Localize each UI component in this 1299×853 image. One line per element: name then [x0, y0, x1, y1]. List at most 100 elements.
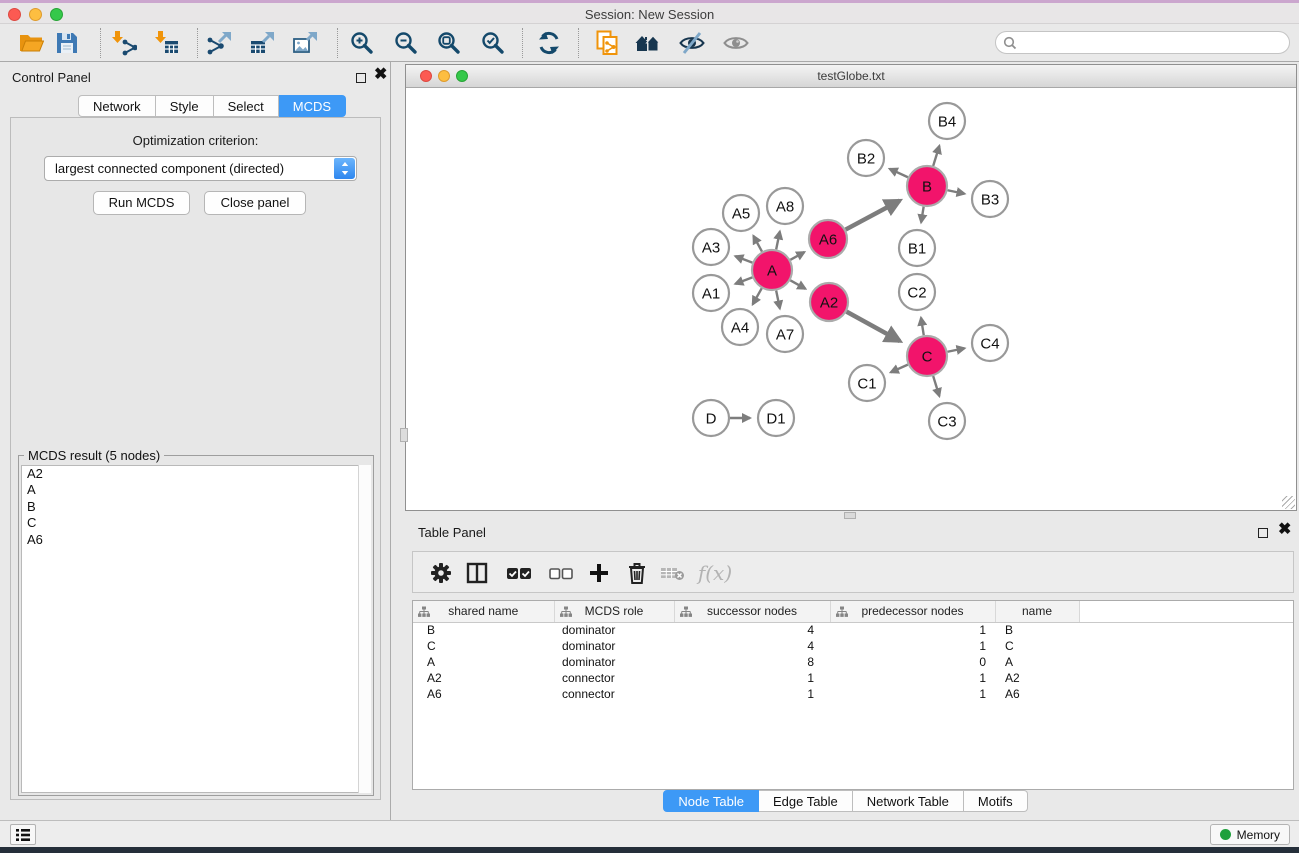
table-row[interactable]: A2connector11A2	[413, 670, 1294, 686]
graph-node-C3[interactable]: C3	[929, 403, 965, 439]
zoom-in-button[interactable]	[348, 29, 376, 57]
hide-selected-button[interactable]	[678, 29, 706, 57]
search-input[interactable]	[1020, 33, 1284, 52]
graph-node-B2[interactable]: B2	[848, 140, 884, 176]
edge-B-B2[interactable]	[890, 169, 908, 177]
network-graph[interactable]: A A1 A2 A3 A4 A5 A6 A7 A8 B B1 B2 B3 B4 C C1 C2 C3 C4 D D1	[406, 88, 1296, 510]
table-row[interactable]: A6connector11A6	[413, 686, 1294, 702]
edge-C-C1[interactable]	[891, 365, 908, 373]
close-table-panel-icon[interactable]: ✖	[1278, 521, 1291, 539]
zoom-fit-button[interactable]	[435, 29, 463, 57]
result-scrollbar[interactable]	[358, 465, 371, 793]
column-header-shared-name[interactable]: shared name	[413, 601, 554, 622]
edge-A-A5[interactable]	[753, 236, 762, 252]
vertical-splitter-handle[interactable]	[400, 428, 408, 442]
export-table-button[interactable]	[248, 29, 276, 57]
network-window-titlebar[interactable]: testGlobe.txt	[406, 65, 1296, 88]
export-network-button[interactable]	[205, 29, 233, 57]
edge-B-B3[interactable]	[948, 190, 965, 194]
table-row[interactable]: Bdominator41B	[413, 622, 1294, 638]
edge-A2-C[interactable]	[847, 312, 900, 341]
tab-network-table[interactable]: Network Table	[853, 790, 964, 812]
edge-B-B4[interactable]	[933, 146, 939, 166]
result-list-item[interactable]: A6	[22, 532, 370, 548]
network-canvas[interactable]: A A1 A2 A3 A4 A5 A6 A7 A8 B B1 B2 B3 B4 C C1 C2 C3 C4 D D1	[406, 88, 1296, 510]
graph-node-C4[interactable]: C4	[972, 325, 1008, 361]
edge-C-C2[interactable]	[921, 318, 924, 336]
new-network-from-selection-button[interactable]	[594, 29, 622, 57]
edge-B-B1[interactable]	[921, 207, 924, 223]
tab-select[interactable]: Select	[214, 95, 279, 117]
graph-node-A[interactable]: A	[752, 250, 792, 290]
edge-C-C4[interactable]	[948, 348, 965, 352]
zoom-selected-button[interactable]	[479, 29, 507, 57]
graph-node-A1[interactable]: A1	[693, 275, 729, 311]
export-image-button[interactable]	[291, 29, 319, 57]
table-row[interactable]: Cdominator41C	[413, 638, 1294, 654]
apply-layout-button[interactable]	[535, 29, 563, 57]
close-panel-icon[interactable]: ✖	[374, 66, 387, 84]
import-network-button[interactable]	[110, 29, 138, 57]
resize-grip[interactable]	[1282, 496, 1295, 509]
graph-node-A8[interactable]: A8	[767, 188, 803, 224]
horizontal-splitter-handle[interactable]	[844, 512, 856, 519]
edge-A-A3[interactable]	[735, 256, 752, 262]
graph-node-A4[interactable]: A4	[722, 309, 758, 345]
tab-mcds[interactable]: MCDS	[279, 95, 346, 117]
graph-node-A5[interactable]: A5	[723, 195, 759, 231]
optimization-criterion-select[interactable]: largest connected component (directed)	[44, 156, 357, 181]
edge-A-A1[interactable]	[735, 277, 752, 283]
memory-button[interactable]: Memory	[1210, 824, 1290, 845]
graph-node-B1[interactable]: B1	[899, 230, 935, 266]
zoom-out-button[interactable]	[392, 29, 420, 57]
graph-node-D1[interactable]: D1	[758, 400, 794, 436]
edge-A6-B[interactable]	[846, 201, 900, 230]
tab-node-table[interactable]: Node Table	[663, 790, 759, 812]
column-header-successor-nodes[interactable]: successor nodes	[674, 601, 830, 622]
column-header-predecessor-nodes[interactable]: predecessor nodes	[830, 601, 995, 622]
function-builder-button[interactable]: f(x)	[695, 559, 735, 587]
graph-node-C1[interactable]: C1	[849, 365, 885, 401]
delete-table-button[interactable]	[659, 559, 687, 587]
float-panel-icon[interactable]	[356, 73, 366, 83]
delete-column-button[interactable]	[623, 559, 651, 587]
result-list-item[interactable]: A2	[22, 466, 370, 482]
graph-node-B[interactable]: B	[907, 166, 947, 206]
edge-A-A7[interactable]	[776, 291, 780, 309]
result-list-item[interactable]: C	[22, 515, 370, 531]
graph-node-A6[interactable]: A6	[809, 220, 847, 258]
graph-node-B3[interactable]: B3	[972, 181, 1008, 217]
edge-A-A6[interactable]	[790, 252, 804, 260]
deselect-all-button[interactable]	[547, 559, 575, 587]
graph-node-A3[interactable]: A3	[693, 229, 729, 265]
column-header-MCDS-role[interactable]: MCDS role	[554, 601, 674, 622]
graph-node-A2[interactable]: A2	[810, 283, 848, 321]
tab-edge-table[interactable]: Edge Table	[759, 790, 853, 812]
open-session-button[interactable]	[17, 29, 45, 57]
tab-motifs[interactable]: Motifs	[964, 790, 1028, 812]
import-table-button[interactable]	[153, 29, 181, 57]
show-all-button[interactable]	[722, 29, 750, 57]
result-list-item[interactable]: B	[22, 499, 370, 515]
column-header-name[interactable]: name	[995, 601, 1079, 622]
show-columns-button[interactable]	[463, 559, 491, 587]
edge-A-A4[interactable]	[753, 288, 762, 304]
save-session-button[interactable]	[53, 29, 81, 57]
select-all-button[interactable]	[505, 559, 533, 587]
graph-node-C2[interactable]: C2	[899, 274, 935, 310]
float-table-panel-icon[interactable]	[1258, 528, 1268, 538]
graph-node-C[interactable]: C	[907, 336, 947, 376]
create-column-button[interactable]	[585, 559, 613, 587]
close-panel-button[interactable]: Close panel	[204, 191, 306, 215]
graph-node-A7[interactable]: A7	[767, 316, 803, 352]
task-history-button[interactable]	[10, 824, 36, 845]
graph-node-D[interactable]: D	[693, 400, 729, 436]
edge-A-A8[interactable]	[776, 231, 780, 249]
run-mcds-button[interactable]: Run MCDS	[93, 191, 190, 215]
table-settings-button[interactable]	[427, 559, 455, 587]
tab-style[interactable]: Style	[156, 95, 214, 117]
graph-node-B4[interactable]: B4	[929, 103, 965, 139]
table-row[interactable]: Adominator80A	[413, 654, 1294, 670]
edge-C-C3[interactable]	[933, 376, 939, 396]
tab-network[interactable]: Network	[78, 95, 156, 117]
